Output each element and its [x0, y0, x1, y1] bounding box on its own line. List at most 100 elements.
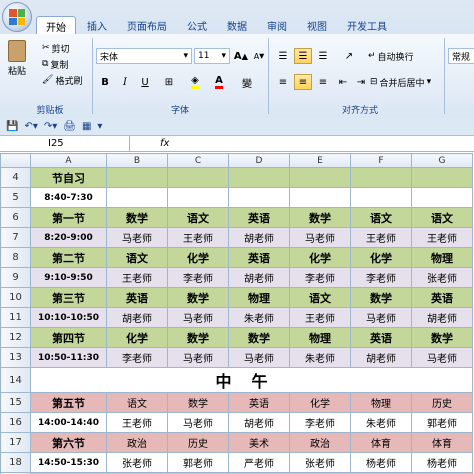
grid-cell[interactable]: 10:10-10:50 [30, 307, 107, 328]
customize-qat-icon[interactable]: ▾ [97, 121, 102, 132]
grid-cell[interactable]: 体育 [350, 432, 412, 453]
grid-cell[interactable]: 化学 [106, 327, 168, 348]
orientation-button[interactable]: ↗ [340, 48, 358, 64]
grid-cell[interactable]: 胡老师 [228, 412, 290, 433]
grid-cell[interactable]: 第二节 [30, 247, 107, 268]
grow-font-button[interactable]: A ▲ [232, 48, 250, 64]
grid-cell[interactable] [106, 167, 168, 188]
grid-cell[interactable]: 美术 [228, 432, 290, 453]
cut-button[interactable]: ✂ 剪切 [42, 40, 70, 56]
merge-center-button[interactable]: ⊟ 合并后居中 ▾ [370, 74, 431, 90]
grid-cell[interactable]: 胡老师 [228, 227, 290, 248]
bold-button[interactable]: B [96, 74, 114, 90]
grid-cell[interactable]: 朱老师 [350, 412, 412, 433]
row-header[interactable]: 16 [0, 412, 31, 433]
grid-cell[interactable]: 物理 [289, 327, 351, 348]
grid-cell[interactable]: 第三节 [30, 287, 107, 308]
column-header[interactable]: A [30, 153, 107, 168]
font-size-select[interactable]: 11 ▾ [194, 48, 230, 64]
grid-cell[interactable]: 节自习 [30, 167, 107, 188]
phonetic-button[interactable]: 變 [238, 74, 256, 90]
chart-icon[interactable]: ▦ [82, 121, 91, 132]
row-header[interactable]: 15 [0, 392, 31, 413]
grid-cell[interactable]: 数学 [411, 327, 473, 348]
grid-cell[interactable]: 胡老师 [228, 267, 290, 288]
print-preview-icon[interactable]: 🖨 [63, 121, 76, 132]
grid-cell[interactable]: 英语 [350, 327, 412, 348]
grid-cell[interactable]: 政治 [106, 432, 168, 453]
italic-button[interactable]: I [116, 74, 134, 90]
grid-cell[interactable]: 数学 [350, 287, 412, 308]
grid-cell[interactable] [411, 187, 473, 208]
grid-cell[interactable]: 马老师 [411, 347, 473, 368]
grid-cell[interactable] [289, 187, 351, 208]
row-header[interactable]: 17 [0, 432, 31, 453]
grid-cell[interactable]: 李老师 [289, 267, 351, 288]
grid-cell[interactable]: 语文 [167, 207, 229, 228]
office-button[interactable] [2, 2, 32, 32]
grid-cell[interactable] [167, 187, 229, 208]
grid-cell[interactable]: 马老师 [289, 227, 351, 248]
row-header[interactable]: 8 [0, 247, 31, 268]
column-header[interactable]: D [228, 153, 290, 168]
grid-cell[interactable]: 第四节 [30, 327, 107, 348]
grid-cell[interactable]: 语文 [350, 207, 412, 228]
grid-cell[interactable]: 第一节 [30, 207, 107, 228]
grid-cell[interactable]: 10:50-11:30 [30, 347, 107, 368]
grid-cell[interactable] [350, 167, 412, 188]
align-bottom-button[interactable]: ☰ [314, 48, 332, 64]
grid-cell[interactable]: 胡老师 [350, 347, 412, 368]
tab-3[interactable]: 公式 [178, 16, 216, 34]
tab-7[interactable]: 开发工具 [338, 16, 396, 34]
grid-cell[interactable]: 王老师 [289, 307, 351, 328]
grid-cell[interactable]: 政治 [289, 432, 351, 453]
row-header[interactable]: 10 [0, 287, 31, 308]
undo-icon[interactable]: ↶▾ [24, 121, 37, 132]
grid-cell[interactable]: 王老师 [106, 267, 168, 288]
grid-cell[interactable]: 李老师 [167, 267, 229, 288]
grid-cell[interactable] [289, 167, 351, 188]
row-header[interactable]: 7 [0, 227, 31, 248]
name-box[interactable]: I25 [0, 136, 130, 152]
tab-0[interactable]: 开始 [36, 16, 76, 34]
grid-cell[interactable]: 化学 [289, 247, 351, 268]
grid-cell[interactable]: 语文 [289, 287, 351, 308]
tab-2[interactable]: 页面布局 [118, 16, 176, 34]
grid-cell[interactable]: 马老师 [167, 412, 229, 433]
grid-cell[interactable]: 数学 [167, 287, 229, 308]
grid-cell[interactable] [411, 167, 473, 188]
format-painter-button[interactable]: 🖌 格式刷 [42, 72, 82, 88]
align-right-button[interactable]: ≡ [314, 74, 332, 90]
grid-cell[interactable]: 英语 [106, 287, 168, 308]
wrap-text-button[interactable]: ↵ 自动换行 [368, 48, 414, 64]
grid-cell[interactable]: 严老师 [228, 452, 290, 473]
font-color-button[interactable]: A [210, 74, 228, 90]
grid-cell[interactable]: 马老师 [350, 307, 412, 328]
grid-cell[interactable]: 李老师 [106, 347, 168, 368]
tab-1[interactable]: 插入 [78, 16, 116, 34]
row-header[interactable]: 11 [0, 307, 31, 328]
column-header[interactable]: B [106, 153, 168, 168]
grid-cell[interactable] [228, 187, 290, 208]
grid-cell[interactable]: 英语 [228, 392, 290, 413]
column-header[interactable]: G [411, 153, 473, 168]
grid-cell[interactable]: 李老师 [289, 412, 351, 433]
grid-cell[interactable]: 李老师 [350, 267, 412, 288]
row-header[interactable]: 5 [0, 187, 31, 208]
borders-button[interactable]: ⊞ [160, 74, 178, 90]
grid-cell[interactable]: 历史 [411, 392, 473, 413]
row-header[interactable]: 6 [0, 207, 31, 228]
paste-button[interactable]: 粘贴 [8, 40, 26, 77]
align-left-button[interactable]: ≡ [274, 74, 292, 90]
grid-cell[interactable]: 9:10-9:50 [30, 267, 107, 288]
grid-cell[interactable]: 马老师 [167, 347, 229, 368]
grid-cell[interactable]: 张老师 [106, 452, 168, 473]
grid-cell[interactable]: 第五节 [30, 392, 107, 413]
grid-cell[interactable]: 杨老师 [350, 452, 412, 473]
grid-cell[interactable]: 胡老师 [106, 307, 168, 328]
grid-cell[interactable]: 郭老师 [167, 452, 229, 473]
row-header[interactable]: 18 [0, 452, 31, 473]
row-header[interactable]: 12 [0, 327, 31, 348]
row-header[interactable]: 9 [0, 267, 31, 288]
column-header[interactable]: E [289, 153, 351, 168]
